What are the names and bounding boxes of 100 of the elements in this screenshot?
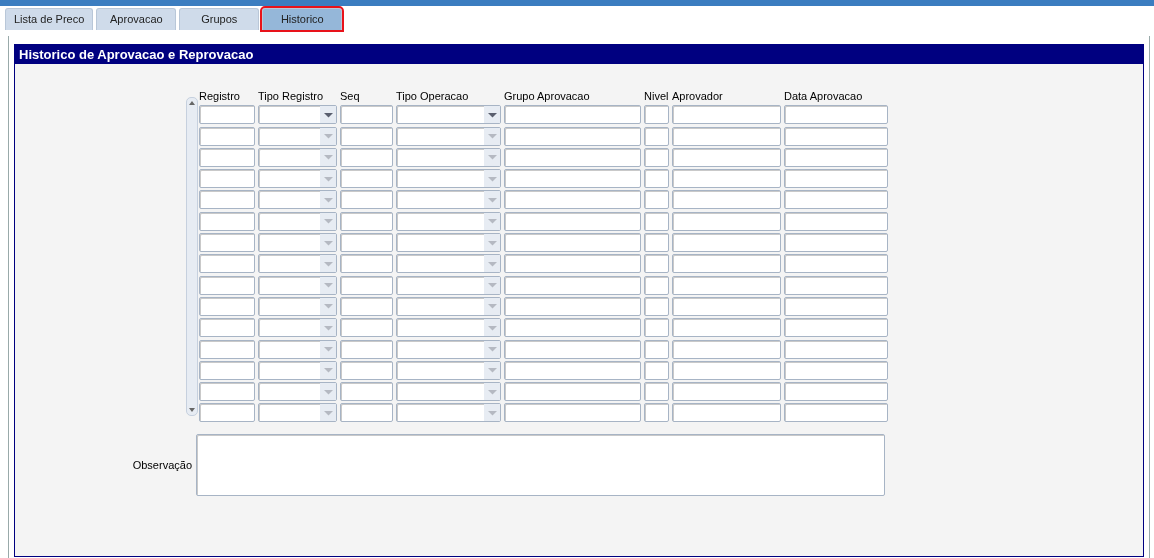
- input-field[interactable]: [199, 254, 255, 274]
- input-field[interactable]: [672, 296, 781, 316]
- input-field[interactable]: [784, 382, 888, 402]
- input-field[interactable]: [504, 339, 641, 359]
- input-field[interactable]: [340, 275, 393, 295]
- dropdown-arrow-icon[interactable]: [323, 111, 333, 118]
- dropdown-field[interactable]: [396, 254, 501, 274]
- dropdown-field[interactable]: [396, 360, 501, 380]
- input-field[interactable]: [199, 382, 255, 402]
- input-field[interactable]: [340, 403, 393, 423]
- input-field[interactable]: [784, 296, 888, 316]
- input-field[interactable]: [672, 275, 781, 295]
- input-field[interactable]: [504, 169, 641, 189]
- input-field[interactable]: [672, 318, 781, 338]
- tab[interactable]: Grupos: [179, 8, 260, 30]
- input-field[interactable]: [504, 126, 641, 146]
- input-field[interactable]: [199, 339, 255, 359]
- input-field[interactable]: [340, 339, 393, 359]
- input-field[interactable]: [340, 360, 393, 380]
- dropdown-field[interactable]: [258, 254, 337, 274]
- input-field[interactable]: [199, 403, 255, 423]
- input-field[interactable]: [644, 275, 669, 295]
- dropdown-field[interactable]: [258, 275, 337, 295]
- input-field[interactable]: [784, 318, 888, 338]
- input-field[interactable]: [644, 169, 669, 189]
- input-field[interactable]: [784, 339, 888, 359]
- input-field[interactable]: [199, 318, 255, 338]
- vertical-scrollbar[interactable]: [186, 97, 198, 416]
- input-field[interactable]: [199, 190, 255, 210]
- input-field[interactable]: [340, 233, 393, 253]
- input-field[interactable]: [504, 275, 641, 295]
- input-field[interactable]: [672, 105, 781, 125]
- input-field[interactable]: [199, 233, 255, 253]
- input-field[interactable]: [784, 126, 888, 146]
- input-field[interactable]: [504, 296, 641, 316]
- input-field[interactable]: [784, 190, 888, 210]
- dropdown-field[interactable]: [258, 211, 337, 231]
- input-field[interactable]: [672, 126, 781, 146]
- dropdown-field[interactable]: [396, 169, 501, 189]
- input-field[interactable]: [504, 105, 641, 125]
- input-field[interactable]: [199, 126, 255, 146]
- dropdown-field[interactable]: [396, 382, 501, 402]
- input-field[interactable]: [784, 360, 888, 380]
- input-field[interactable]: [504, 360, 641, 380]
- input-field[interactable]: [340, 382, 393, 402]
- input-field[interactable]: [644, 190, 669, 210]
- input-field[interactable]: [340, 211, 393, 231]
- dropdown-field[interactable]: [258, 403, 337, 423]
- observation-field[interactable]: [196, 434, 885, 497]
- dropdown-field[interactable]: [258, 147, 337, 167]
- tab[interactable]: Lista de Preco: [5, 8, 94, 30]
- input-field[interactable]: [199, 275, 255, 295]
- dropdown-field[interactable]: [258, 105, 337, 125]
- input-field[interactable]: [644, 360, 669, 380]
- dropdown-arrow-icon[interactable]: [487, 111, 497, 118]
- dropdown-field[interactable]: [396, 147, 501, 167]
- dropdown-field[interactable]: [396, 233, 501, 253]
- input-field[interactable]: [199, 169, 255, 189]
- dropdown-field[interactable]: [396, 339, 501, 359]
- input-field[interactable]: [784, 403, 888, 423]
- input-field[interactable]: [504, 318, 641, 338]
- input-field[interactable]: [672, 339, 781, 359]
- input-field[interactable]: [644, 233, 669, 253]
- dropdown-field[interactable]: [396, 211, 501, 231]
- input-field[interactable]: [504, 190, 641, 210]
- input-field[interactable]: [199, 360, 255, 380]
- input-field[interactable]: [340, 190, 393, 210]
- input-field[interactable]: [199, 211, 255, 231]
- tab[interactable]: Aprovacao: [96, 8, 177, 30]
- input-field[interactable]: [784, 254, 888, 274]
- dropdown-field[interactable]: [396, 126, 501, 146]
- input-field[interactable]: [644, 296, 669, 316]
- dropdown-field[interactable]: [258, 169, 337, 189]
- input-field[interactable]: [784, 211, 888, 231]
- input-field[interactable]: [672, 360, 781, 380]
- input-field[interactable]: [784, 147, 888, 167]
- input-field[interactable]: [504, 211, 641, 231]
- input-field[interactable]: [644, 318, 669, 338]
- dropdown-field[interactable]: [258, 190, 337, 210]
- dropdown-field[interactable]: [396, 275, 501, 295]
- input-field[interactable]: [644, 254, 669, 274]
- dropdown-field[interactable]: [396, 318, 501, 338]
- input-field[interactable]: [784, 275, 888, 295]
- input-field[interactable]: [199, 296, 255, 316]
- input-field[interactable]: [504, 403, 641, 423]
- input-field[interactable]: [672, 169, 781, 189]
- input-field[interactable]: [644, 126, 669, 146]
- input-field[interactable]: [340, 318, 393, 338]
- dropdown-field[interactable]: [258, 233, 337, 253]
- input-field[interactable]: [340, 254, 393, 274]
- input-field[interactable]: [644, 147, 669, 167]
- dropdown-field[interactable]: [258, 382, 337, 402]
- dropdown-field[interactable]: [396, 190, 501, 210]
- input-field[interactable]: [672, 211, 781, 231]
- input-field[interactable]: [504, 254, 641, 274]
- input-field[interactable]: [672, 233, 781, 253]
- dropdown-field[interactable]: [258, 126, 337, 146]
- input-field[interactable]: [199, 147, 255, 167]
- input-field[interactable]: [672, 254, 781, 274]
- dropdown-field[interactable]: [396, 105, 501, 125]
